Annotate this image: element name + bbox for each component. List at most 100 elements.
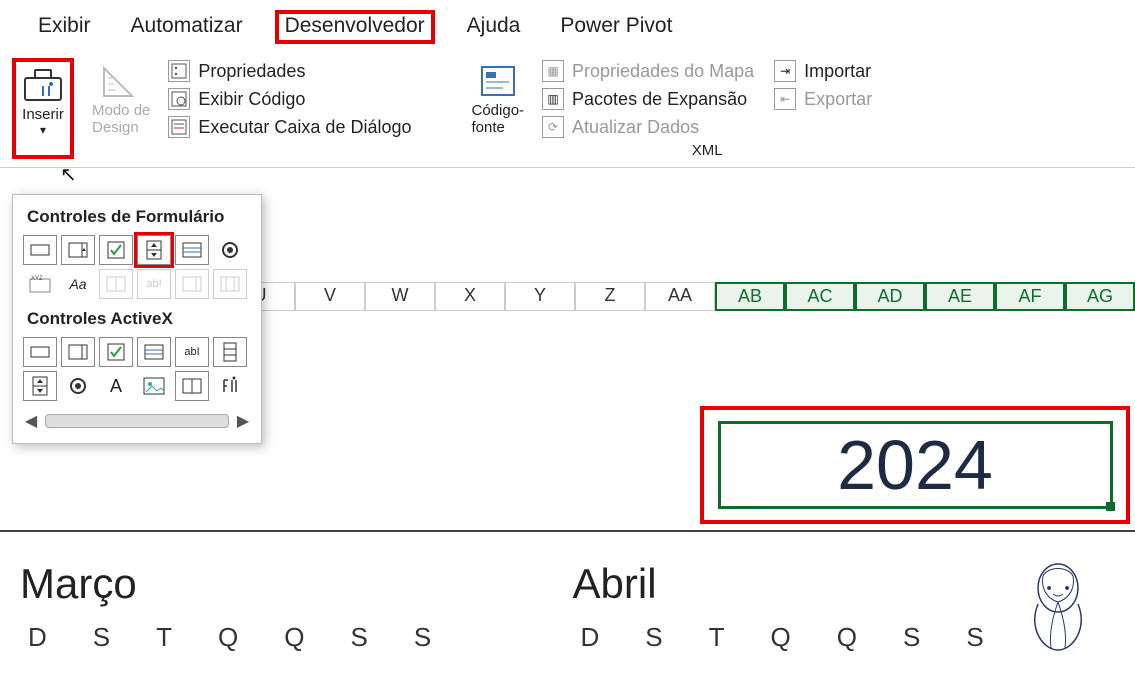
prop-mapa-button[interactable]: ▦ Propriedades do Mapa (542, 60, 754, 82)
atualizar-dados-label: Atualizar Dados (572, 117, 699, 138)
ax-combo-icon[interactable] (61, 337, 95, 367)
ax-toggle-icon[interactable] (175, 371, 209, 401)
expansion-packs-icon: ▥ (542, 88, 564, 110)
column-header-AG[interactable]: AG (1065, 282, 1135, 311)
month-march-label: Março (20, 560, 573, 608)
ax-checkbox-icon[interactable] (99, 337, 133, 367)
form-controls-grid: XYZ Aa abI (23, 235, 251, 299)
column-header-AF[interactable]: AF (995, 282, 1065, 311)
weekday-label: D (581, 622, 600, 653)
ax-more-icon[interactable] (213, 371, 247, 401)
divider-line (0, 530, 1135, 532)
form-listbox-icon[interactable] (175, 235, 209, 265)
exportar-button[interactable]: ⇤ Exportar (774, 88, 872, 110)
year-highlight-box: 2024 (700, 406, 1130, 524)
importar-button[interactable]: ⇥ Importar (774, 60, 872, 82)
year-value: 2024 (837, 425, 993, 505)
weekday-label: S (93, 622, 110, 653)
column-header-AB[interactable]: AB (715, 282, 785, 311)
march-weekdays: DSTQQSS (20, 622, 573, 653)
activex-controls-title: Controles ActiveX (27, 309, 251, 329)
form-spinner-icon[interactable] (137, 235, 171, 265)
form-combo-icon[interactable] (61, 235, 95, 265)
column-header-Y[interactable]: Y (505, 282, 575, 311)
ax-spinner-icon[interactable] (23, 371, 57, 401)
form-combobox2-icon[interactable] (175, 269, 209, 299)
prop-mapa-label: Propriedades do Mapa (572, 61, 754, 82)
scroll-left-icon[interactable]: ◀ (23, 411, 39, 431)
code-icon (168, 88, 190, 110)
ax-textbox-icon[interactable]: abI (175, 337, 209, 367)
ax-label-icon[interactable]: A (99, 371, 133, 401)
exibir-codigo-button[interactable]: Exibir Código (168, 88, 411, 110)
executar-caixa-button[interactable]: Executar Caixa de Diálogo (168, 116, 411, 138)
ax-scrollbar-icon[interactable] (213, 337, 247, 367)
ribbon-body: Inserir ▾ Modo de Design Propriedades Ex… (0, 50, 1135, 168)
toolbox-icon (22, 64, 64, 106)
ax-image-icon[interactable] (137, 371, 171, 401)
weekday-label: T (709, 622, 725, 653)
modo-design-label: Modo de Design (92, 102, 150, 136)
scroll-track[interactable] (45, 414, 229, 428)
codigo-fonte-button[interactable]: Código- fonte (466, 58, 531, 159)
form-option-icon[interactable] (213, 235, 247, 265)
tab-power-pivot[interactable]: Power Pivot (552, 10, 680, 44)
ruler-triangle-icon (100, 60, 142, 102)
weekday-label: D (28, 622, 47, 653)
scroll-right-icon[interactable]: ▶ (235, 411, 251, 431)
refresh-icon: ⟳ (542, 116, 564, 138)
form-scrollbar-icon[interactable] (213, 269, 247, 299)
xml-group-label: XML (692, 142, 723, 159)
ax-listbox-icon[interactable] (137, 337, 171, 367)
inserir-button[interactable]: Inserir ▾ (12, 58, 74, 159)
modo-design-button[interactable]: Modo de Design (86, 58, 156, 159)
column-header-AC[interactable]: AC (785, 282, 855, 311)
chevron-down-icon: ▾ (40, 123, 46, 137)
form-controls-title: Controles de Formulário (27, 207, 251, 227)
ribbon-tabs: Exibir Automatizar Desenvolvedor Ajuda P… (0, 0, 1135, 50)
column-header-AE[interactable]: AE (925, 282, 995, 311)
weekday-label: Q (771, 622, 791, 653)
form-label-icon[interactable]: Aa (61, 269, 95, 299)
dropdown-scrollbar[interactable]: ◀ ▶ (23, 411, 251, 431)
propriedades-label: Propriedades (198, 61, 305, 82)
controls-group: Propriedades Exibir Código Executar Caix… (168, 58, 411, 159)
column-header-AD[interactable]: AD (855, 282, 925, 311)
form-frame-icon[interactable] (99, 269, 133, 299)
column-header-V[interactable]: V (295, 282, 365, 311)
form-button-icon[interactable] (23, 235, 57, 265)
calendar-months: Março DSTQQSS Abril DSTQQSS (20, 560, 1125, 653)
import-icon: ⇥ (774, 60, 796, 82)
ax-button-icon[interactable] (23, 337, 57, 367)
pacotes-expansao-label: Pacotes de Expansão (572, 89, 747, 110)
weekday-label: Q (837, 622, 857, 653)
column-header-X[interactable]: X (435, 282, 505, 311)
tab-desenvolvedor[interactable]: Desenvolvedor (275, 10, 435, 44)
form-checkbox-icon[interactable] (99, 235, 133, 265)
column-header-W[interactable]: W (365, 282, 435, 311)
tab-exibir[interactable]: Exibir (30, 10, 99, 44)
exibir-codigo-label: Exibir Código (198, 89, 305, 110)
propriedades-button[interactable]: Propriedades (168, 60, 411, 82)
ax-option-icon[interactable] (61, 371, 95, 401)
weekday-label: S (350, 622, 367, 653)
form-groupbox-icon[interactable]: XYZ (23, 269, 57, 299)
pacotes-expansao-button[interactable]: ▥ Pacotes de Expansão (542, 88, 754, 110)
dialog-icon (168, 116, 190, 138)
codigo-fonte-label: Código- fonte (472, 102, 525, 136)
tab-automatizar[interactable]: Automatizar (123, 10, 251, 44)
map-properties-icon: ▦ (542, 60, 564, 82)
column-header-Z[interactable]: Z (575, 282, 645, 311)
form-textfield-icon[interactable]: abI (137, 269, 171, 299)
decorative-illustration (1013, 558, 1103, 653)
svg-text:XYZ: XYZ (31, 276, 43, 282)
atualizar-dados-button[interactable]: ⟳ Atualizar Dados (542, 116, 754, 138)
xml-group: ▦ Propriedades do Mapa ▥ Pacotes de Expa… (542, 58, 872, 159)
year-cell[interactable]: 2024 (718, 421, 1113, 509)
weekday-label: S (903, 622, 920, 653)
tab-ajuda[interactable]: Ajuda (459, 10, 529, 44)
weekday-label: Q (284, 622, 304, 653)
column-header-AA[interactable]: AA (645, 282, 715, 311)
inserir-label: Inserir (22, 106, 64, 123)
export-icon: ⇤ (774, 88, 796, 110)
